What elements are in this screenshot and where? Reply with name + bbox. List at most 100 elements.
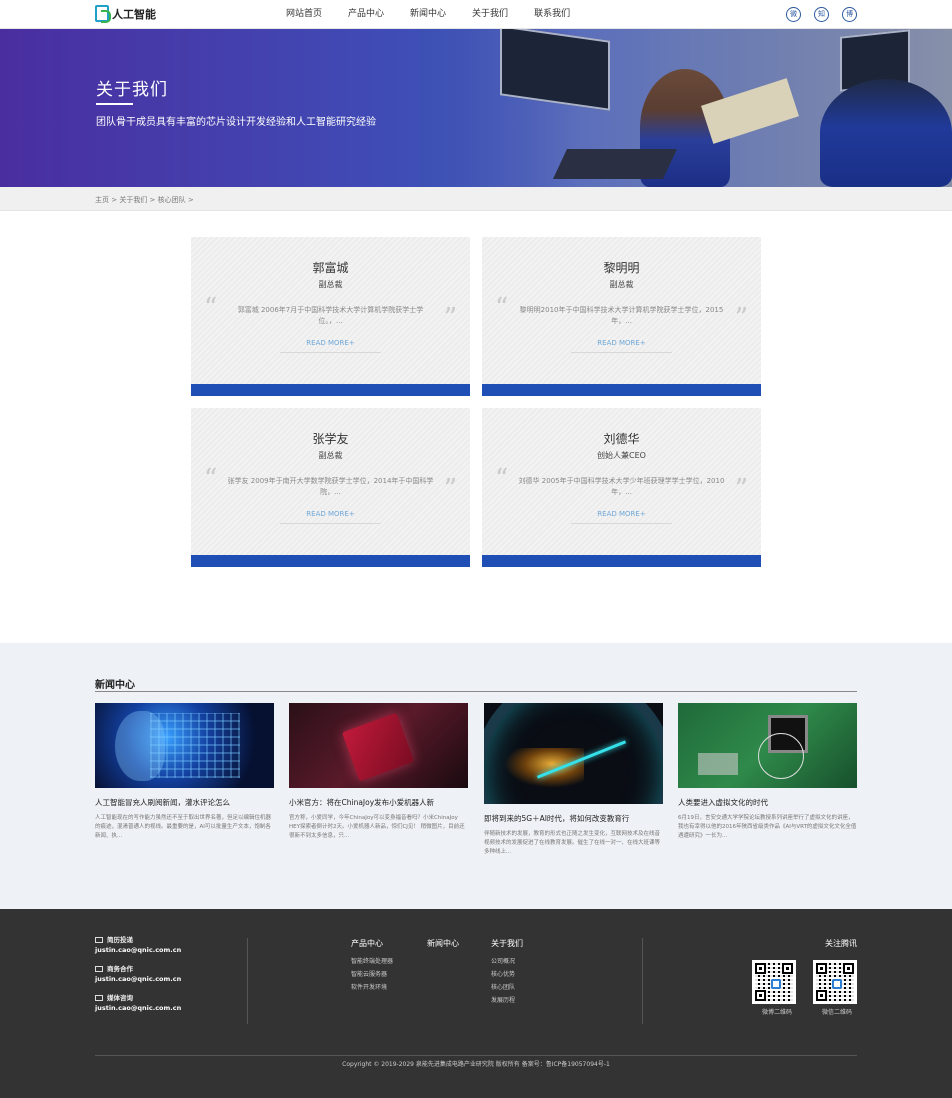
wechat-qr-code — [813, 960, 857, 1004]
footer-column-heading[interactable]: 关于我们 — [491, 938, 523, 949]
read-more-link[interactable]: READ MORE+ — [571, 337, 672, 353]
team-card[interactable]: 郭富城 副总裁 “ 郭富城 2006年7月于中国科学技术大学计算机学院获学士学位… — [191, 237, 470, 396]
nav-home[interactable]: 网站首页 — [286, 0, 322, 29]
member-role: 副总裁 — [318, 280, 343, 289]
contact-label: 媒体咨询 — [107, 994, 133, 1002]
news-item[interactable]: 人类要进入虚拟文化的时代 6月19日，言安交通大学学院论坛教授系列讲座举行了虚拟… — [678, 703, 857, 841]
member-description: 郭富城 2006年7月于中国科学技术大学计算机学院获学士学位。，... — [237, 306, 424, 325]
contact-item: 媒体咨询 justin.cao@qnic.com.cn — [95, 994, 181, 1014]
news-item[interactable]: 即将到来的5G＋AI时代，将如何改变教育行 伴随新技术的发展，教育的形式也正随之… — [484, 703, 663, 857]
news-image[interactable] — [678, 703, 857, 788]
footer-link[interactable]: 公司概况 — [491, 955, 523, 968]
member-role: 副总裁 — [609, 280, 634, 289]
contact-label: 简历投递 — [107, 936, 133, 944]
contact-email[interactable]: justin.cao@qnic.com.cn — [95, 1003, 181, 1014]
news-summary: 伴随新技术的发展，教育的形式也正随之发生变化，互联网技术及在线音视频技术的发展促… — [484, 831, 661, 855]
main-nav: 网站首页 产品中心 新闻中心 关于我们 联系我们 — [286, 0, 596, 29]
footer-link[interactable]: 智能终端处理器 — [351, 955, 393, 968]
read-more-link[interactable]: READ MORE+ — [280, 508, 381, 524]
nav-contact[interactable]: 联系我们 — [534, 0, 570, 29]
weibo-icon[interactable]: 博 — [842, 7, 857, 22]
member-role: 副总裁 — [318, 451, 343, 460]
news-title[interactable]: 人类要进入虚拟文化的时代 — [678, 797, 857, 808]
close-quote-icon: ” — [443, 303, 457, 333]
open-quote-icon: “ — [204, 464, 218, 494]
zhihu-icon[interactable]: 知 — [814, 7, 829, 22]
member-name: 张学友 — [312, 432, 349, 446]
news-image[interactable] — [95, 703, 274, 788]
member-description: 黎明明2010年于中国科学技术大学计算机学院获学士学位，2015年，... — [519, 306, 724, 325]
person-image — [820, 79, 952, 187]
open-quote-icon: “ — [204, 293, 218, 323]
team-card[interactable]: 张学友 副总裁 “ 张学友 2009年于南开大学数学院获学士学位，2014年于中… — [191, 408, 470, 567]
news-image[interactable] — [289, 703, 468, 788]
team-card[interactable]: 黎明明 副总裁 “ 黎明明2010年于中国科学技术大学计算机学院获学士学位，20… — [482, 237, 761, 396]
footer-link[interactable]: 核心优势 — [491, 968, 523, 981]
social-links: 微 知 博 — [786, 7, 857, 22]
footer-column-news: 新闻中心 — [427, 938, 459, 955]
news-item[interactable]: 人工智能冒充人刷阅新闻，灌水评论怎么 人工智能现在的写作能力虽然还不至于取出世界… — [95, 703, 274, 841]
card-accent-bar — [482, 384, 761, 396]
card-accent-bar — [191, 384, 470, 396]
contact-list: 简历投递 justin.cao@qnic.com.cn 商务合作 justin.… — [95, 936, 181, 1023]
hero-divider — [96, 103, 133, 105]
qr-label: 微信二维码 — [822, 1009, 853, 1016]
member-description: 张学友 2009年于南开大学数学院获学士学位，2014年于中国科学院，... — [227, 477, 434, 496]
wechat-icon[interactable]: 微 — [786, 7, 801, 22]
footer-column-heading[interactable]: 产品中心 — [351, 938, 393, 949]
news-summary: 官方称，小爱同学，今年ChinaJoy可以变身福音看吗？小米ChinaJoy H… — [289, 815, 465, 839]
media-icon — [95, 995, 103, 1001]
hero-title: 关于我们 — [96, 80, 168, 100]
footer-link[interactable]: 核心团队 — [491, 981, 523, 994]
nav-news[interactable]: 新闻中心 — [410, 0, 446, 29]
breadcrumb-bar: 主页 > 关于我们 > 核心团队 > — [0, 187, 952, 211]
team-card[interactable]: 刘德华 创始人兼CEO “ 刘德华 2005年于中国科学技术大学少年班获理学学士… — [482, 408, 761, 567]
hero-subtitle: 团队骨干成员具有丰富的芯片设计开发经验和人工智能研究经验 — [96, 117, 376, 128]
weibo-qr-code — [752, 960, 796, 1004]
close-quote-icon: ” — [734, 474, 748, 504]
news-summary: 6月19日，言安交通大学学院论坛教授系列讲座举行了虚拟文化的讲座，我也有幸得以他… — [678, 815, 857, 839]
footer-rule — [95, 1055, 857, 1056]
qr-label: 微博二维码 — [762, 1009, 793, 1016]
member-name: 刘德华 — [603, 432, 640, 446]
news-title[interactable]: 即将到来的5G＋AI时代，将如何改变教育行 — [484, 813, 663, 824]
news-section: 新闻中心 人工智能冒充人刷阅新闻，灌水评论怎么 人工智能现在的写作能力虽然还不至… — [0, 643, 952, 909]
close-quote-icon: ” — [443, 474, 457, 504]
news-summary: 人工智能现在的写作能力虽然还不至于取出世界名著，但足以编辑住机器的痕迹，混淆普通… — [95, 815, 272, 839]
news-title[interactable]: 小米官方：将在ChinaJoy发布小爱机器人新 — [289, 797, 468, 808]
contact-item: 简历投递 justin.cao@qnic.com.cn — [95, 936, 181, 956]
follow-title: 关注腾讯 — [825, 939, 857, 948]
footer-divider — [642, 938, 643, 1024]
read-more-link[interactable]: READ MORE+ — [571, 508, 672, 524]
logo-text: 人工智能 — [112, 8, 156, 21]
news-divider — [95, 691, 857, 692]
business-icon — [95, 966, 103, 972]
contact-email[interactable]: justin.cao@qnic.com.cn — [95, 974, 181, 985]
footer-link[interactable]: 发展历程 — [491, 994, 523, 1007]
footer-link[interactable]: 软件开发环境 — [351, 981, 393, 994]
footer-column-heading[interactable]: 新闻中心 — [427, 938, 459, 949]
news-image[interactable] — [484, 703, 663, 804]
news-title[interactable]: 人工智能冒充人刷阅新闻，灌水评论怎么 — [95, 797, 274, 808]
member-description: 刘德华 2005年于中国科学技术大学少年班获理学学士学位，2010年，... — [518, 477, 725, 496]
breadcrumb[interactable]: 主页 > 关于我们 > 核心团队 > — [95, 187, 194, 213]
logo-mark-icon — [95, 5, 111, 23]
footer-divider — [247, 938, 248, 1024]
news-item[interactable]: 小米官方：将在ChinaJoy发布小爱机器人新 官方称，小爱同学，今年China… — [289, 703, 468, 841]
contact-item: 商务合作 justin.cao@qnic.com.cn — [95, 965, 181, 985]
contact-email[interactable]: justin.cao@qnic.com.cn — [95, 945, 181, 956]
site-header: 人工智能 网站首页 产品中心 新闻中心 关于我们 联系我们 微 知 博 — [0, 0, 952, 29]
close-quote-icon: ” — [734, 303, 748, 333]
nav-about[interactable]: 关于我们 — [472, 0, 508, 29]
site-logo[interactable]: 人工智能 — [95, 5, 157, 24]
news-heading: 新闻中心 — [95, 680, 135, 691]
hero-banner: 关于我们 团队骨干成员具有丰富的芯片设计开发经验和人工智能研究经验 — [0, 29, 952, 187]
footer-link[interactable]: 智能云服务器 — [351, 968, 393, 981]
card-accent-bar — [191, 555, 470, 567]
member-name: 郭富城 — [312, 261, 349, 275]
read-more-link[interactable]: READ MORE+ — [280, 337, 381, 353]
nav-products[interactable]: 产品中心 — [348, 0, 384, 29]
open-quote-icon: “ — [495, 464, 509, 494]
keyboard-image — [553, 149, 677, 179]
resume-icon — [95, 937, 103, 943]
